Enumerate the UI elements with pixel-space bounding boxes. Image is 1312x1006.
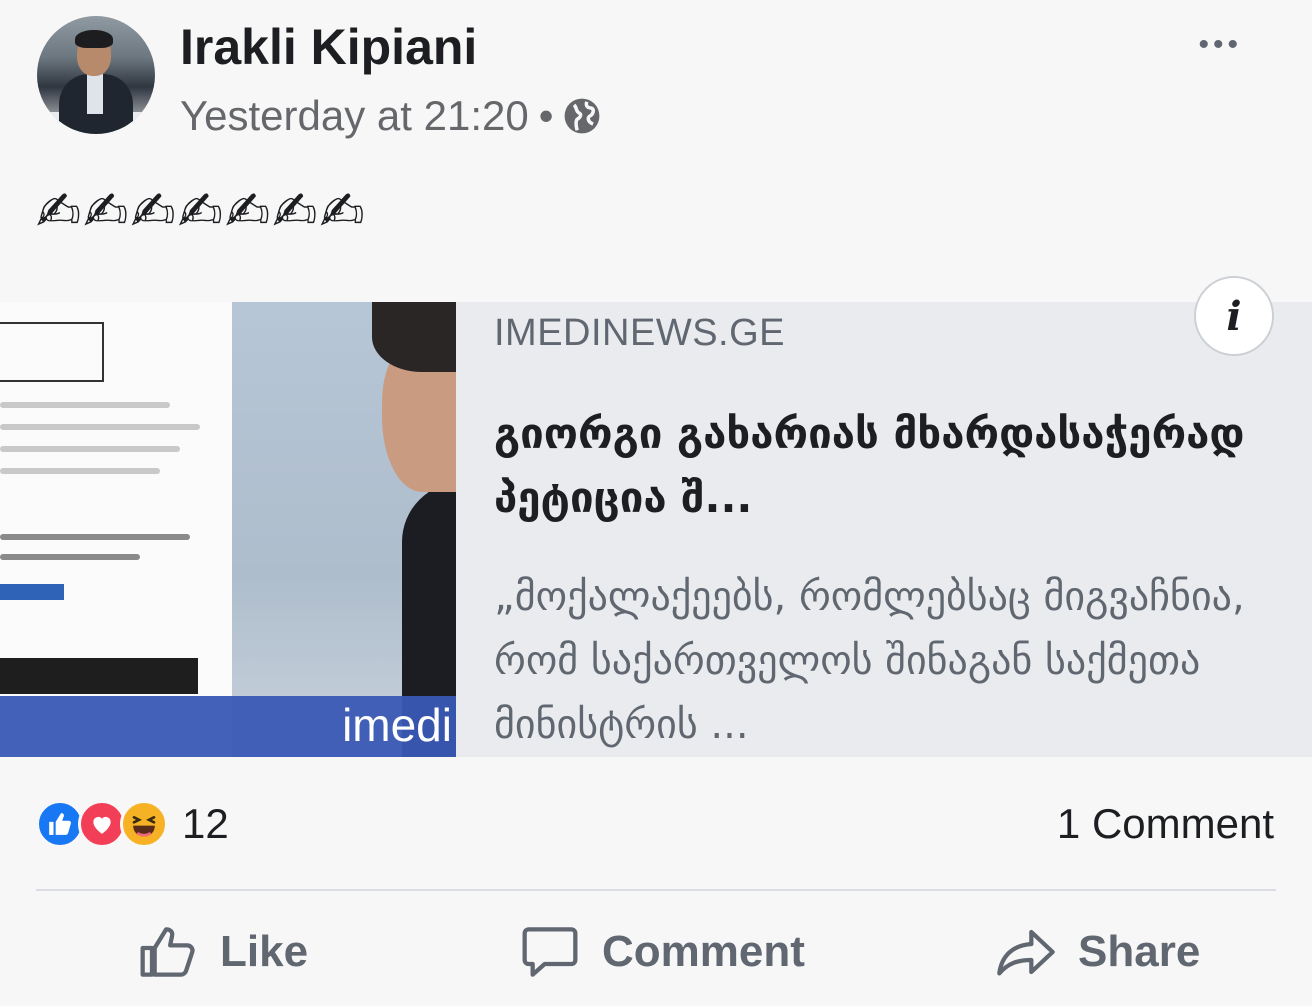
- info-icon: i: [1226, 292, 1242, 340]
- post-message: ✍✍✍✍✍✍✍: [36, 182, 367, 242]
- meta-separator: •: [538, 92, 554, 139]
- like-label: Like: [220, 927, 309, 976]
- thumbs-up-icon: [140, 927, 195, 977]
- link-snippet: „მოქალაქეებს, რომლებსაც მიგვაჩნია, რომ ს…: [494, 574, 1245, 748]
- haha-reaction-icon: [120, 800, 168, 848]
- reactions-summary[interactable]: 12: [36, 800, 229, 848]
- thumbnail-dark-box: [0, 658, 198, 694]
- share-button[interactable]: Share: [994, 920, 1200, 984]
- comment-count[interactable]: 1 Comment: [1057, 800, 1274, 848]
- more-options-icon[interactable]: •••: [1198, 28, 1242, 62]
- post-timestamp[interactable]: Yesterday at 21:20: [180, 92, 529, 140]
- share-arrow-icon: [997, 929, 1055, 976]
- info-button[interactable]: i: [1194, 276, 1274, 356]
- thumbnail-text-line: [0, 446, 180, 452]
- author-avatar[interactable]: [37, 16, 155, 134]
- imedi-logo: imedi: [342, 699, 452, 751]
- comment-bubble-icon: [522, 927, 578, 977]
- avatar-hair: [75, 30, 113, 48]
- link-site-name: IMEDINEWS.GE: [494, 312, 786, 354]
- thumbnail-text-line: [0, 554, 140, 560]
- thumbnail-hair: [372, 302, 456, 372]
- thumbnail-document: [0, 302, 232, 757]
- thumbnail-text-line: [0, 468, 160, 474]
- like-button[interactable]: Like: [136, 920, 308, 984]
- thumbnail-text-line: [0, 402, 170, 408]
- post-meta: Yesterday at 21:20 •: [180, 92, 601, 140]
- like-reaction-icon: [36, 800, 84, 848]
- avatar-shirt: [87, 74, 103, 114]
- action-divider: [36, 889, 1276, 891]
- reaction-count: 12: [182, 800, 229, 847]
- thumbnail-text-line: [0, 424, 200, 430]
- thumbnail-photo: [232, 302, 456, 757]
- love-reaction-icon: [78, 800, 126, 848]
- thumbnail-logo-box: [0, 322, 104, 382]
- thumbnail-button: [0, 584, 64, 600]
- globe-icon: [565, 98, 600, 134]
- comment-label: Comment: [602, 927, 805, 976]
- share-label: Share: [1078, 927, 1201, 976]
- comment-button[interactable]: Comment: [518, 920, 805, 984]
- author-name[interactable]: Irakli Kipiani: [180, 18, 477, 76]
- link-thumbnail[interactable]: imedi: [0, 302, 456, 757]
- link-headline[interactable]: გიორგი გახარიას მხარდასაჭერად პეტიცია შ.…: [494, 402, 1264, 530]
- thumbnail-text-line: [0, 534, 190, 540]
